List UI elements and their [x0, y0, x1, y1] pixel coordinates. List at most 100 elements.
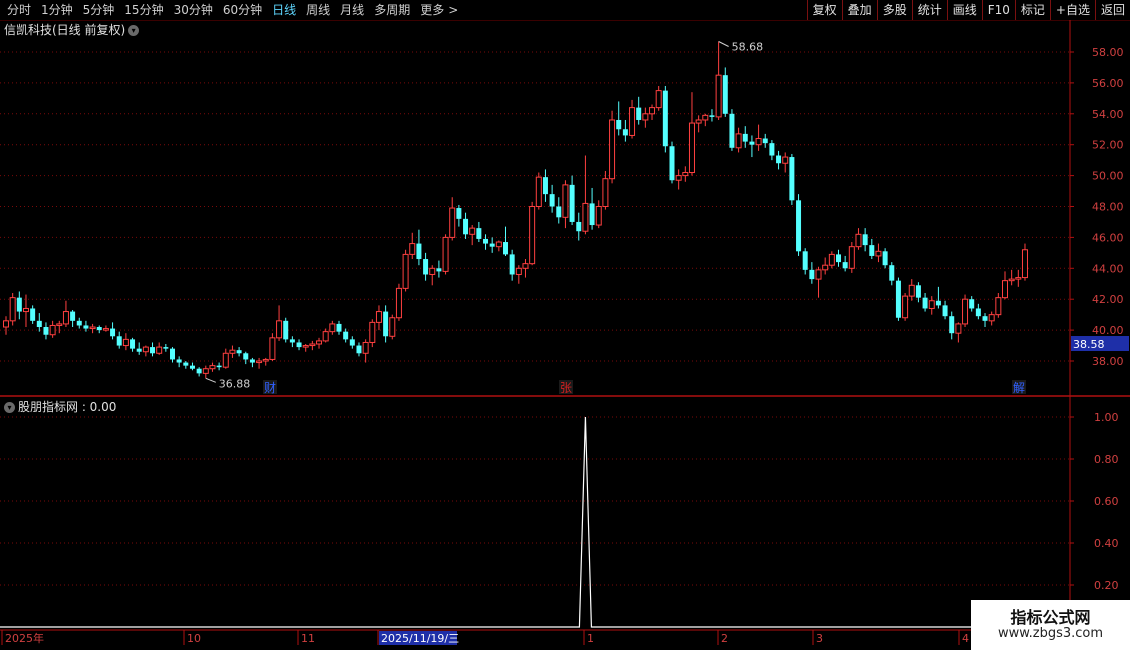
candle-body-down — [289, 339, 295, 343]
main-chart-title: 信凯科技(日线 前复权) ▾ — [4, 21, 140, 38]
candle-body-up — [362, 341, 369, 354]
candle-body-up — [89, 326, 96, 330]
candle-body-down — [622, 129, 628, 136]
price-tick-label: 42.00 — [1092, 293, 1124, 306]
candle-body-up — [535, 176, 542, 208]
candle-body-down — [343, 331, 349, 340]
candle-body-down — [769, 143, 775, 156]
candle-body-down — [636, 107, 642, 120]
indicator-dropdown-icon[interactable]: ▾ — [4, 402, 15, 413]
candle-body-up — [962, 298, 969, 325]
candle-body-down — [789, 157, 795, 201]
candle-body-down — [982, 316, 988, 321]
candle-body-down — [509, 254, 515, 275]
candle-body-down — [762, 138, 768, 144]
candle-body-up — [755, 138, 762, 146]
candle-body-up — [309, 343, 316, 347]
candle-body-up — [202, 368, 209, 374]
candle-body-down — [283, 320, 289, 340]
candle-body-down — [136, 348, 142, 352]
candle-body-down — [796, 200, 802, 252]
candle-body-down — [463, 218, 469, 235]
price-tick-label: 38.00 — [1092, 355, 1124, 368]
candle-body-down — [942, 305, 948, 317]
event-marker-0: 财 — [264, 381, 276, 395]
candle-body-up — [56, 323, 63, 326]
candle-body-up — [782, 156, 789, 164]
candle-body-down — [243, 353, 249, 360]
price-tick-label: 56.00 — [1092, 77, 1124, 90]
candle-body-down — [76, 320, 82, 326]
candle-body-down — [43, 327, 49, 335]
candle-body-down — [216, 365, 222, 368]
candle-body-down — [163, 347, 169, 349]
candle-body-down — [709, 115, 715, 117]
candle-body-down — [503, 242, 508, 255]
candle-body-down — [742, 133, 748, 142]
candle-body-down — [589, 203, 595, 226]
high-pointer — [718, 41, 729, 47]
candle-body-up — [562, 184, 569, 218]
candle-body-down — [809, 269, 815, 280]
candle-body-up — [49, 324, 56, 336]
candle-body-up — [256, 360, 263, 364]
candle-body-down — [489, 243, 495, 247]
candle-body-up — [302, 345, 309, 348]
candle-body-up — [522, 263, 529, 269]
candle-body-up — [409, 243, 416, 255]
candle-body-down — [556, 206, 562, 218]
candle-body-down — [83, 325, 89, 329]
candle-body-up — [988, 314, 995, 322]
candle-body-up — [402, 253, 409, 289]
candle-body-down — [549, 194, 555, 207]
candle-body-up — [276, 320, 283, 339]
candle-body-down — [569, 184, 575, 222]
candle-body-down — [662, 90, 668, 147]
candle-body-down — [349, 339, 355, 346]
candle-body-down — [922, 297, 928, 309]
candle-body-down — [895, 280, 901, 318]
candle-body-up — [515, 267, 522, 275]
candle-body-up — [655, 90, 662, 109]
candle-body-up — [902, 295, 909, 319]
candle-body-down — [669, 146, 675, 181]
stock-title: 信凯科技(日线 前复权) — [4, 23, 126, 37]
candle-body-up — [1008, 278, 1015, 282]
candle-body-up — [1015, 277, 1022, 280]
time-label-7: 4 — [962, 632, 969, 645]
watermark: 指标公式网 www.zbgs3.com — [971, 600, 1130, 650]
candle-body-up — [695, 119, 702, 124]
time-label-4: 1 — [587, 632, 594, 645]
candle-body-down — [935, 300, 941, 306]
price-tick-label: 50.00 — [1092, 170, 1124, 183]
candle-body-up — [3, 320, 9, 328]
price-tick-label: 40.00 — [1092, 324, 1124, 337]
candle-body-up — [102, 328, 109, 331]
price-tick-label: 54.00 — [1092, 108, 1124, 121]
candle-body-up — [329, 323, 336, 333]
candle-body-down — [476, 228, 482, 239]
time-label-0: 2025年 — [5, 631, 44, 645]
candle-body-up — [602, 178, 609, 208]
candle-body-down — [296, 342, 302, 348]
time-label-1: 10 — [187, 632, 201, 645]
indicator-tick-label: 0.40 — [1094, 537, 1119, 550]
candle-body-down — [183, 362, 189, 366]
chart-canvas[interactable]: 58.00 56.00 54.00 52.00 50.00 48.00 46.00 44.00… — [0, 0, 1130, 650]
candle-body-up — [642, 113, 649, 121]
candle-body-up — [955, 323, 962, 334]
candle-body-down — [483, 238, 489, 244]
candle-body-down — [975, 308, 981, 317]
price-tick-label: 48.00 — [1092, 201, 1124, 214]
candle-body-down — [236, 350, 242, 354]
candle-body-up — [1021, 249, 1028, 279]
candle-body-up — [609, 119, 616, 180]
dropdown-icon[interactable]: ▾ — [128, 25, 140, 36]
time-label-5: 2 — [721, 632, 728, 645]
candle-body-down — [96, 327, 102, 331]
candle-body-down — [70, 311, 76, 321]
watermark-title: 指标公式网 — [1010, 608, 1091, 627]
time-label-6: 3 — [816, 632, 823, 645]
candle-body-up — [702, 114, 709, 121]
candle-body-down — [130, 339, 136, 349]
